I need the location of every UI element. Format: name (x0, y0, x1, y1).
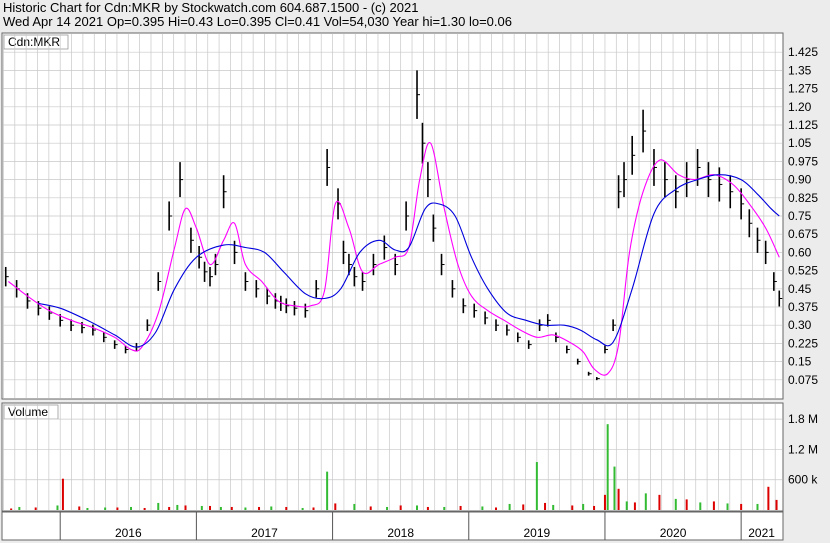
volume-bar-up (756, 503, 759, 510)
volume-bar-up (416, 505, 419, 510)
volume-bar-down (740, 503, 743, 510)
year-tick-label: 2017 (251, 526, 278, 540)
price-y-tick-label: 1.275 (788, 82, 818, 96)
volume-bar-down (168, 506, 171, 510)
price-y-tick-label: 0.525 (788, 264, 818, 278)
volume-bar-up (104, 507, 107, 510)
volume-bar-down (544, 502, 547, 510)
volume-bar-up (326, 471, 329, 510)
price-y-tick-label: 0.75 (788, 209, 812, 223)
price-volume-chart: Cdn:MKR Volume 0.075 0.15 0.225 0.30 0.375 0.… (1, 32, 818, 541)
volume-y-tick-label: 1.2 M (788, 442, 818, 456)
volume-bar-up (582, 503, 585, 510)
volume-bar-down (633, 502, 636, 510)
price-y-tick-label: 1.05 (788, 136, 812, 150)
volume-bar-up (176, 504, 179, 510)
volume-bar-down (522, 504, 525, 510)
year-tick-label: 2021 (748, 526, 775, 540)
volume-bar-down (767, 486, 770, 510)
volume-bar-down (459, 505, 462, 510)
price-y-tick-label: 0.375 (788, 300, 818, 314)
price-y-tick-label: 0.825 (788, 191, 818, 205)
volume-bar-down (116, 507, 119, 510)
price-y-tick-label: 1.125 (788, 118, 818, 132)
volume-bar-down (426, 506, 429, 510)
year-tick-label: 2020 (660, 526, 687, 540)
volume-bar-down (61, 478, 64, 510)
volume-bar-down (312, 507, 315, 510)
volume-bar-up (86, 507, 89, 510)
price-y-tick-label: 0.60 (788, 245, 812, 259)
volume-bar-up (606, 424, 609, 510)
volume-bar-up (301, 507, 304, 510)
volume-bar-up (18, 506, 21, 510)
volume-bar-up (200, 505, 203, 510)
volume-bar-up (508, 503, 511, 510)
volume-bar-up (353, 503, 356, 510)
volume-bar-up (535, 462, 538, 510)
volume-bar-up (130, 506, 133, 510)
volume-bar-down (617, 488, 620, 510)
volume-bar-up (625, 501, 628, 510)
volume-bar-down (603, 494, 606, 510)
volume-bar-up (56, 505, 59, 510)
price-y-tick-label: 0.90 (788, 173, 812, 187)
year-tick-label: 2016 (115, 526, 142, 540)
volume-bar-down (184, 505, 187, 510)
price-y-tick-label: 1.20 (788, 100, 812, 114)
volume-y-tick-label: 1.8 M (788, 412, 818, 426)
volume-bar-up (481, 506, 484, 510)
volume-bar-down (10, 508, 13, 510)
price-y-tick-label: 1.425 (788, 45, 818, 59)
price-y-tick-label: 0.15 (788, 355, 812, 369)
volume-bar-up (699, 502, 702, 510)
volume-bar-up (613, 466, 616, 510)
price-y-tick-label: 0.075 (788, 373, 818, 387)
price-y-tick-label: 0.675 (788, 227, 818, 241)
volume-bar-down (258, 506, 261, 510)
volume-bar-down (593, 505, 596, 510)
volume-bar-up (552, 504, 555, 510)
price-y-tick-label: 0.225 (788, 336, 818, 350)
volume-bar-down (571, 505, 574, 510)
volume-bar-up (244, 507, 247, 510)
volume-y-tick-label: 600 k (788, 473, 818, 487)
volume-bar-up (674, 498, 677, 510)
volume-bar-up (726, 503, 729, 510)
volume-bar-down (78, 506, 81, 510)
price-y-tick-label: 0.975 (788, 154, 818, 168)
volume-bar-up (157, 502, 160, 510)
volume-bar-down (285, 506, 288, 510)
volume-bar-down (230, 506, 233, 510)
year-tick-label: 2019 (524, 526, 551, 540)
volume-bar-up (443, 506, 446, 510)
volume-bar-down (658, 494, 661, 510)
volume-bar-up (270, 506, 273, 510)
volume-bar-up (219, 506, 222, 510)
price-y-tick-label: 1.35 (788, 63, 812, 77)
volume-bar-up (386, 506, 389, 510)
volume-bar-down (334, 503, 337, 510)
volume-bar-down (399, 505, 402, 510)
volume-bar-down (775, 499, 778, 510)
price-y-tick-label: 0.45 (788, 282, 812, 296)
volume-bar-up (644, 493, 647, 510)
volume-bar-down (712, 501, 715, 510)
price-legend-label: Cdn:MKR (8, 35, 60, 49)
volume-bar-down (34, 507, 37, 510)
volume-bar-down (685, 499, 688, 510)
volume-bar-down (495, 507, 498, 510)
volume-bar-down (369, 506, 372, 510)
volume-bar-down (143, 507, 146, 510)
year-tick-label: 2018 (387, 526, 414, 540)
price-y-tick-label: 0.30 (788, 318, 812, 332)
volume-legend-label: Volume (8, 405, 48, 419)
volume-bar-down (209, 505, 212, 510)
